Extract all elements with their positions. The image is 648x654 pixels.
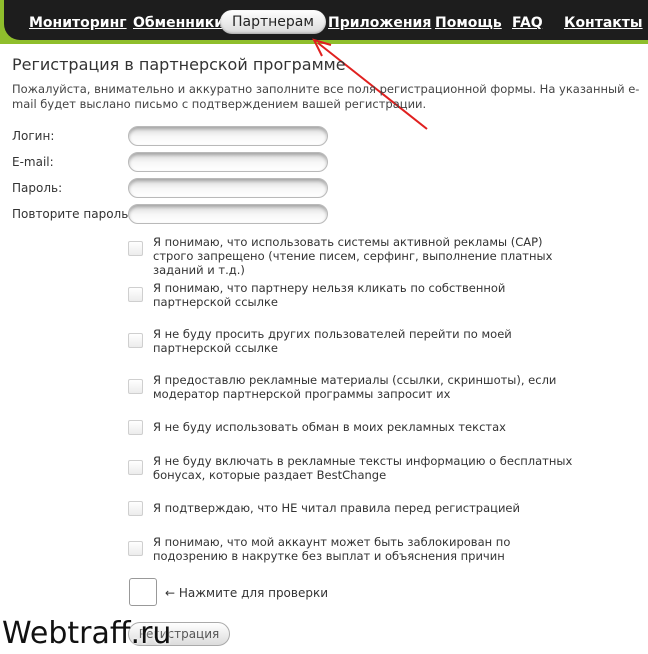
rule-text: Я понимаю, что мой аккаунт может быть за…: [153, 535, 511, 563]
register-button[interactable]: Регистрация: [128, 622, 230, 646]
intro-text: Пожалуйста, внимательно и аккуратно запо…: [12, 82, 640, 111]
rule-text: Я понимаю, что партнеру нельзя кликать п…: [153, 281, 506, 309]
login-input[interactable]: [128, 126, 328, 146]
nav-apps[interactable]: Приложения: [328, 13, 431, 33]
captcha-checkbox[interactable]: [129, 578, 157, 606]
rule-checkbox[interactable]: [128, 287, 143, 302]
rule-checkbox[interactable]: [128, 460, 143, 475]
rule-text: Я предоставлю рекламные материалы (ссылк…: [153, 373, 557, 401]
nav-help[interactable]: Помощь: [435, 13, 502, 33]
login-label: Логин:: [12, 129, 55, 143]
repeat-password-input[interactable]: [128, 204, 328, 224]
captcha-hint: ← Нажмите для проверки: [165, 586, 329, 600]
rule-checkbox[interactable]: [128, 420, 143, 435]
page-title: Регистрация в партнерской программе: [12, 55, 346, 74]
rule-checkbox[interactable]: [128, 241, 143, 256]
rule-checkbox[interactable]: [128, 541, 143, 556]
rule-text: Я подтверждаю, что НЕ читал правила пере…: [153, 501, 520, 515]
rule-text: Я не буду просить других пользователей п…: [153, 327, 512, 355]
repeat-password-label: Повторите пароль:: [12, 207, 133, 221]
rule-checkbox[interactable]: [128, 501, 143, 516]
email-input[interactable]: [128, 152, 328, 172]
password-label: Пароль:: [12, 181, 63, 195]
main-navigation: Мониторинг Обменники Партнерам Приложени…: [4, 0, 648, 40]
nav-monitoring[interactable]: Мониторинг: [29, 13, 127, 33]
rule-text: Я не буду использовать обман в моих рекл…: [153, 420, 506, 434]
nav-faq[interactable]: FAQ: [512, 13, 543, 33]
nav-partners[interactable]: Партнерам: [220, 10, 326, 34]
rule-checkbox[interactable]: [128, 333, 143, 348]
nav-exchangers[interactable]: Обменники: [133, 13, 224, 33]
rule-text: Я понимаю, что использовать системы акти…: [153, 235, 553, 277]
email-label: E-mail:: [12, 155, 54, 169]
rule-text: Я не буду включать в рекламные тексты ин…: [153, 454, 573, 482]
rule-checkbox[interactable]: [128, 379, 143, 394]
nav-contacts[interactable]: Контакты: [564, 13, 643, 33]
password-input[interactable]: [128, 178, 328, 198]
